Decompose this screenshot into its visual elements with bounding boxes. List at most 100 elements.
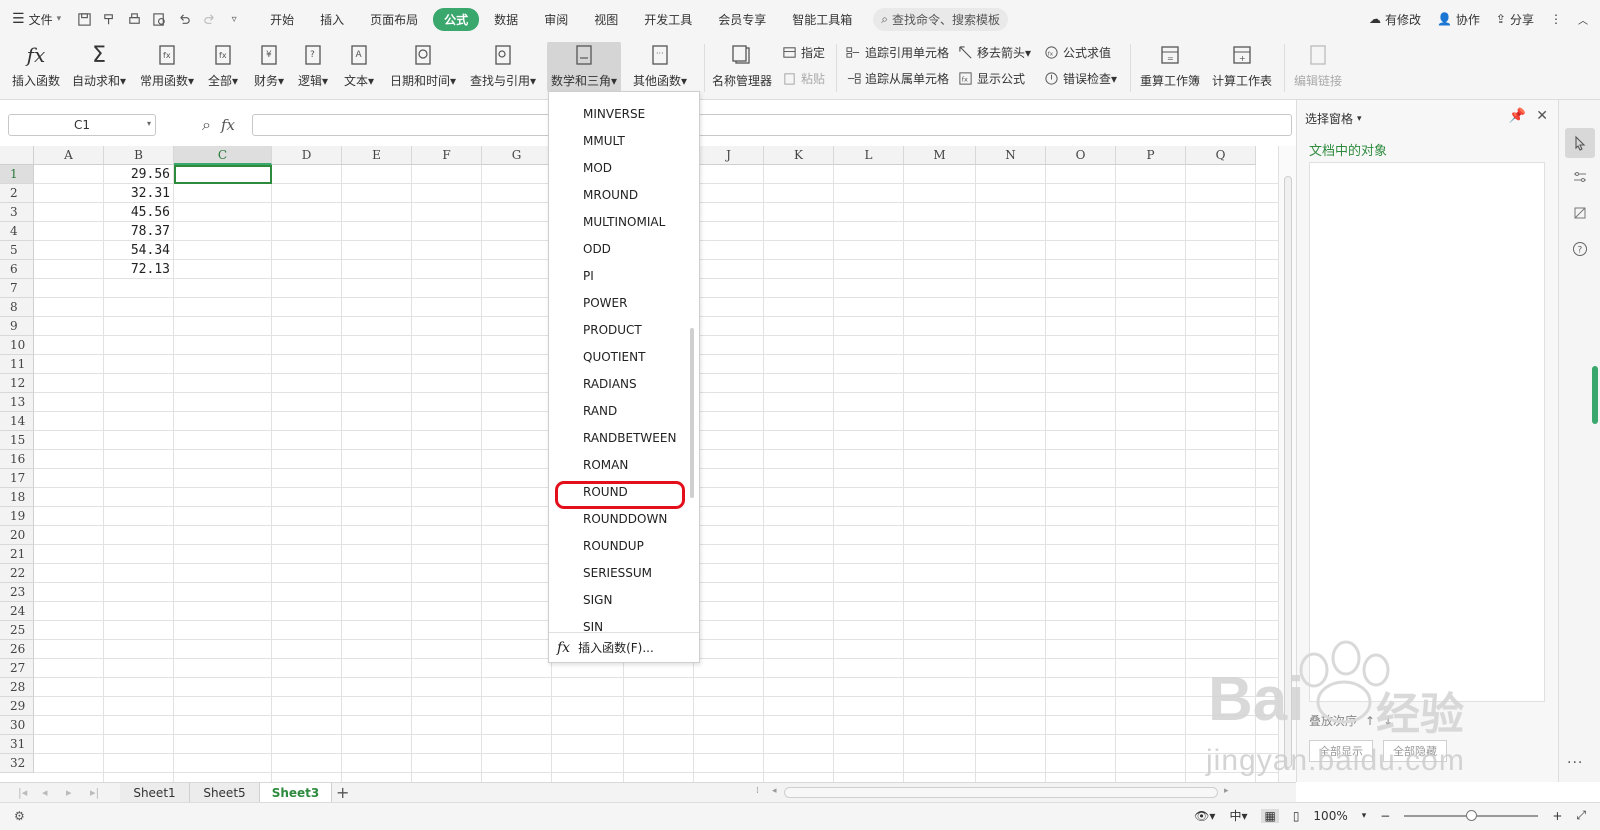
row-header-28[interactable]: 28	[0, 678, 34, 697]
function-item-roman[interactable]: ROMAN	[549, 454, 697, 476]
function-item-power[interactable]: POWER	[549, 292, 697, 314]
insert-function-button[interactable]: fx 插入函数	[12, 42, 60, 89]
row-header-21[interactable]: 21	[0, 545, 34, 564]
row-header-11[interactable]: 11	[0, 355, 34, 374]
name-manager-button[interactable]: 名称管理器	[712, 42, 772, 89]
datetime-button[interactable]: 日期和时间▾	[390, 42, 456, 89]
collapse-ribbon-button[interactable]: ︿	[1578, 12, 1588, 27]
print-preview-icon[interactable]	[150, 10, 168, 28]
row-header-27[interactable]: 27	[0, 659, 34, 678]
tab-8[interactable]: 会员专享	[707, 8, 777, 31]
cell-B2[interactable]: 32.31	[104, 184, 170, 203]
format-painter-icon[interactable]	[100, 10, 118, 28]
function-item-seriessum[interactable]: SERIESSUM	[549, 562, 697, 584]
row-header-17[interactable]: 17	[0, 469, 34, 488]
zoom-search-icon[interactable]: ⌕	[202, 115, 211, 135]
print-icon[interactable]	[125, 10, 143, 28]
function-item-radians[interactable]: RADIANS	[549, 373, 697, 395]
selection-pane-header[interactable]: 选择窗格 ▾	[1305, 110, 1362, 127]
scroll-left-icon[interactable]: ◂	[772, 786, 777, 796]
row-header-8[interactable]: 8	[0, 298, 34, 317]
row-header-24[interactable]: 24	[0, 602, 34, 621]
column-header-L[interactable]: L	[834, 146, 904, 165]
zoom-slider-knob[interactable]	[1466, 809, 1478, 821]
function-item-rand[interactable]: RAND	[549, 400, 697, 422]
row-header-29[interactable]: 29	[0, 697, 34, 716]
logic-button[interactable]: ? 逻辑▾	[298, 42, 328, 89]
paste-button[interactable]: 粘贴	[782, 70, 825, 87]
function-item-mmult[interactable]: MMULT	[549, 130, 697, 152]
row-header-5[interactable]: 5	[0, 241, 34, 260]
zoom-dropdown-icon[interactable]: ▾	[1362, 811, 1367, 821]
evaluate-formula-button[interactable]: fx 公式求值	[1044, 44, 1111, 61]
scrollbar-thumb[interactable]	[1284, 176, 1292, 768]
column-header-A[interactable]: A	[34, 146, 104, 165]
function-item-mround[interactable]: MROUND	[549, 184, 697, 206]
specify-button[interactable]: 指定	[782, 44, 825, 61]
share-button[interactable]: ⇪ 分享	[1496, 11, 1534, 28]
math-trig-button[interactable]: 数学和三角▾	[547, 42, 622, 92]
resize-handle-icon[interactable]: ⁞	[756, 786, 759, 796]
tab-6[interactable]: 视图	[583, 8, 629, 31]
zoom-level[interactable]: 100%	[1313, 809, 1347, 823]
row-header-32[interactable]: 32	[0, 754, 34, 773]
file-menu[interactable]: ☰ 文件 ▾	[12, 11, 61, 28]
properties-button[interactable]	[1565, 162, 1595, 192]
zoom-slider[interactable]	[1404, 809, 1539, 821]
function-item-minverse[interactable]: MINVERSE	[549, 103, 697, 125]
column-header-N[interactable]: N	[976, 146, 1046, 165]
text-functions-button[interactable]: A 文本▾	[344, 42, 374, 89]
row-header-20[interactable]: 20	[0, 526, 34, 545]
row-header-14[interactable]: 14	[0, 412, 34, 431]
active-cell[interactable]	[174, 165, 272, 184]
zoom-out-icon[interactable]: −	[1380, 809, 1390, 823]
transform-button[interactable]	[1565, 198, 1595, 228]
objects-list[interactable]	[1309, 162, 1545, 702]
row-header-16[interactable]: 16	[0, 450, 34, 469]
insert-function-menu-item[interactable]: fx 插入函数(F)...	[549, 632, 699, 662]
function-item-odd[interactable]: ODD	[549, 238, 697, 260]
function-item-multinomial[interactable]: MULTINOMIAL	[549, 211, 697, 233]
sheet-tab-1[interactable]: Sheet5	[190, 783, 260, 802]
arrow-up-icon[interactable]: ↑	[1365, 714, 1375, 728]
tab-5[interactable]: 审阅	[533, 8, 579, 31]
all-functions-button[interactable]: fx 全部▾	[208, 42, 238, 89]
tab-2[interactable]: 页面布局	[359, 8, 429, 31]
row-header-25[interactable]: 25	[0, 621, 34, 640]
page-view-icon[interactable]: ▯	[1293, 809, 1300, 823]
column-header-G[interactable]: G	[482, 146, 552, 165]
function-item-sign[interactable]: SIGN	[549, 589, 697, 611]
row-header-2[interactable]: 2	[0, 184, 34, 203]
function-item-product[interactable]: PRODUCT	[549, 319, 697, 341]
cell-B1[interactable]: 29.56	[104, 165, 170, 184]
customize-toolbar-icon[interactable]: ▿	[225, 10, 243, 28]
row-header-18[interactable]: 18	[0, 488, 34, 507]
remove-arrows-button[interactable]: 移去箭头▾	[958, 44, 1031, 61]
row-header-13[interactable]: 13	[0, 393, 34, 412]
column-header-B[interactable]: B	[104, 146, 174, 165]
sheet-tab-2[interactable]: Sheet3	[260, 783, 332, 802]
row-header-31[interactable]: 31	[0, 735, 34, 754]
cell-B4[interactable]: 78.37	[104, 222, 170, 241]
cell-B3[interactable]: 45.56	[104, 203, 170, 222]
formula-input[interactable]	[252, 114, 1292, 136]
row-header-4[interactable]: 4	[0, 222, 34, 241]
row-header-15[interactable]: 15	[0, 431, 34, 450]
close-icon[interactable]: ✕	[1536, 108, 1548, 124]
command-search[interactable]: ⌕ 查找命令、搜索模板	[873, 7, 1009, 31]
last-sheet-icon[interactable]: ▸|	[90, 786, 99, 799]
trace-dependents-button[interactable]: 追踪从属单元格	[846, 70, 949, 87]
row-header-26[interactable]: 26	[0, 640, 34, 659]
row-header-6[interactable]: 6	[0, 260, 34, 279]
tab-1[interactable]: 插入	[309, 8, 355, 31]
dropdown-scrollbar[interactable]	[690, 328, 694, 498]
select-all-corner[interactable]	[0, 146, 34, 165]
first-sheet-icon[interactable]: |◂	[18, 786, 27, 799]
finance-button[interactable]: ¥ 财务▾	[254, 42, 284, 89]
column-header-Q[interactable]: Q	[1186, 146, 1256, 165]
normal-view-icon[interactable]: ▦	[1261, 808, 1279, 823]
trace-precedents-button[interactable]: 追踪引用单元格	[846, 44, 949, 61]
show-formulas-button[interactable]: fx 显示公式	[958, 70, 1025, 87]
function-item-roundup[interactable]: ROUNDUP	[549, 535, 697, 557]
cell-B6[interactable]: 72.13	[104, 260, 170, 279]
